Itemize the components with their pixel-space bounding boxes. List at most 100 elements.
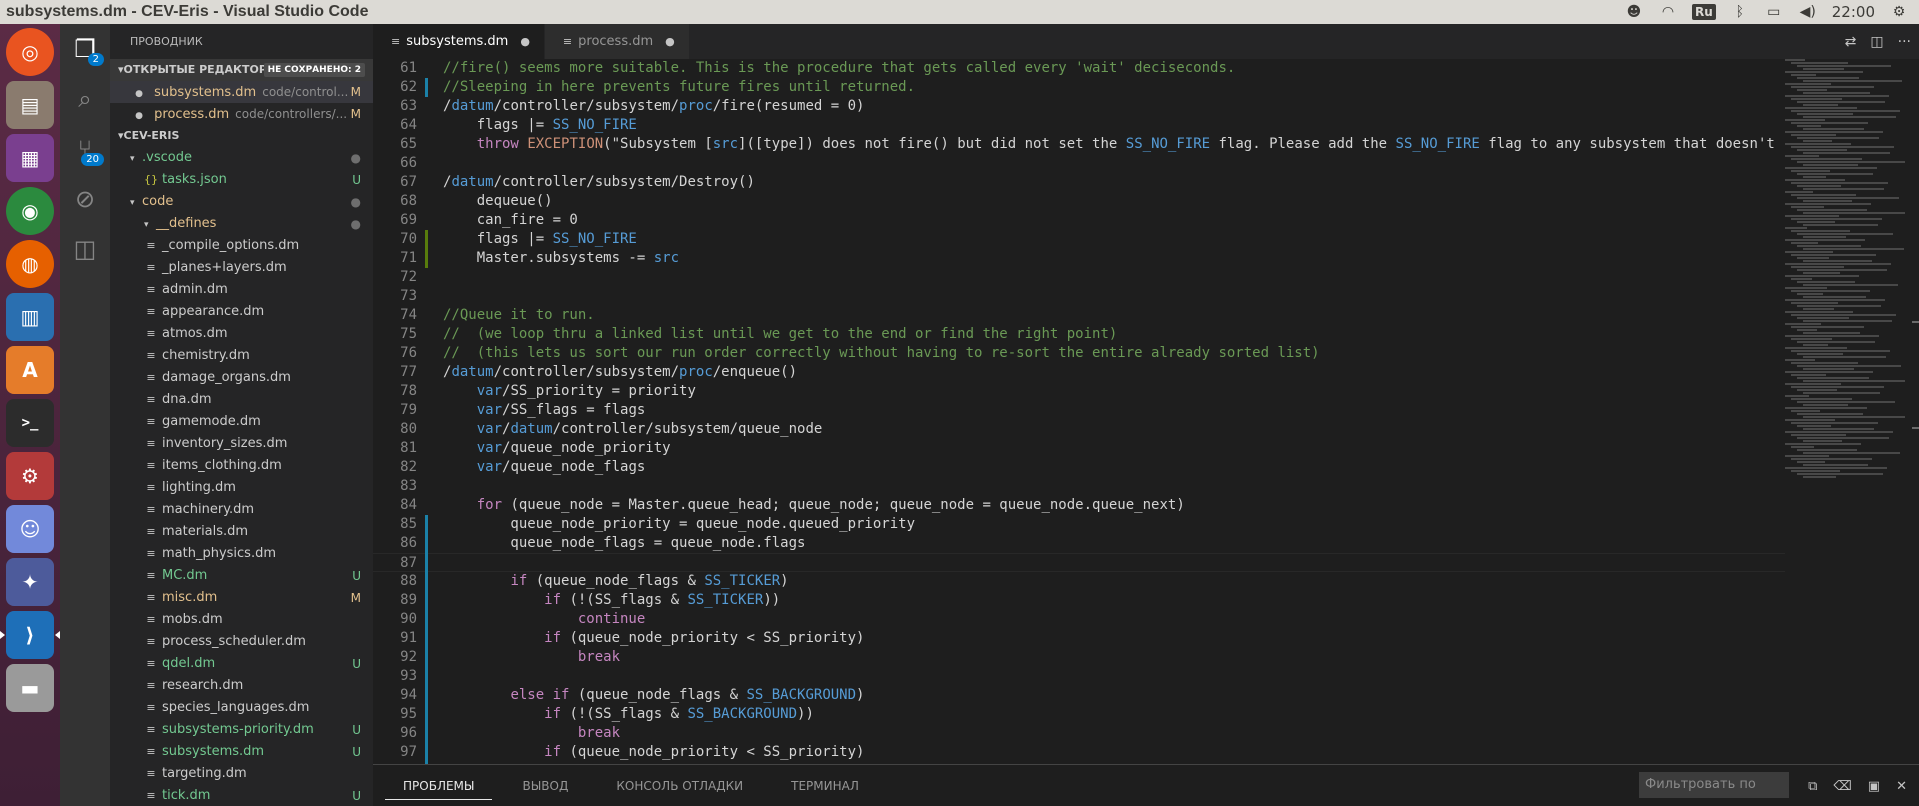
line-number: 80 xyxy=(400,421,417,437)
file-item[interactable]: ≡ inventory_sizes.dm xyxy=(110,433,373,455)
keyboard-layout-indicator[interactable]: Ru xyxy=(1691,4,1716,20)
minimap-line xyxy=(1803,236,1846,238)
inkscape-icon[interactable]: ✦ xyxy=(6,558,54,606)
tab-subsystems[interactable]: ≡ subsystems.dm ● xyxy=(373,24,545,59)
file-item[interactable]: ≡ subsystems.dm U xyxy=(110,741,373,763)
tab-problems[interactable]: ПРОБЛЕМЫ xyxy=(385,772,493,800)
discord-icon[interactable]: ☺ xyxy=(6,505,54,553)
drive-icon[interactable]: ▬ xyxy=(6,664,54,712)
file-item[interactable]: ≡ qdel.dm U xyxy=(110,653,373,675)
settings-icon[interactable]: ⚙ xyxy=(6,452,54,500)
dirty-dot-icon[interactable]: ● xyxy=(520,35,530,48)
collapse-all-icon[interactable]: ⧉ xyxy=(1808,779,1817,794)
file-item[interactable]: ≡ process_scheduler.dm xyxy=(110,631,373,653)
minimap-line xyxy=(1791,230,1850,232)
line-text: // (we loop thru a linked list until we … xyxy=(443,326,1118,342)
file-tasks-json[interactable]: {} tasks.json U xyxy=(110,169,373,191)
extensions-icon[interactable]: ◫ xyxy=(60,224,110,274)
open-editor-item-process[interactable]: ● process.dm code/controllers/... M xyxy=(110,103,373,125)
folder-code[interactable]: ▾ code ● xyxy=(110,191,373,213)
file-item[interactable]: ≡ tick.dm U xyxy=(110,785,373,806)
vscode-icon[interactable]: ⟩ xyxy=(0,611,60,659)
code-line: 86 queue_node_flags = queue_node.flags xyxy=(373,534,1785,553)
file-item[interactable]: ≡ MC.dm U xyxy=(110,565,373,587)
clear-icon[interactable]: ⌫ xyxy=(1833,779,1851,794)
gutter-modified-marker[interactable] xyxy=(425,515,428,764)
debug-icon[interactable]: ⊘ xyxy=(60,174,110,224)
maximize-panel-icon[interactable]: ▣ xyxy=(1868,779,1880,794)
file-item[interactable]: ≡ misc.dm M xyxy=(110,587,373,609)
volume-icon[interactable]: ◀) xyxy=(1798,4,1818,20)
file-item[interactable]: ≡ atmos.dm xyxy=(110,323,373,345)
line-text: continue xyxy=(577,611,646,627)
file-item[interactable]: ≡ chemistry.dm xyxy=(110,345,373,367)
file-item[interactable]: ≡ lighting.dm xyxy=(110,477,373,499)
folder-defines[interactable]: ▾ __defines ● xyxy=(110,213,373,235)
file-item[interactable]: ≡ _planes+layers.dm xyxy=(110,257,373,279)
file-item[interactable]: ≡ items_clothing.dm xyxy=(110,455,373,477)
file-item[interactable]: ≡ targeting.dm xyxy=(110,763,373,785)
file-item[interactable]: ≡ subsystems-priority.dm U xyxy=(110,719,373,741)
open-changes-icon[interactable]: ⇄ xyxy=(1845,34,1857,50)
open-editor-item-subsystems[interactable]: ● subsystems.dm code/control... M xyxy=(110,81,373,103)
minimap-line xyxy=(1785,311,1853,313)
file-item[interactable]: ≡ _compile_options.dm xyxy=(110,235,373,257)
gutter-added-marker[interactable] xyxy=(425,230,428,268)
bluetooth-icon[interactable]: ᛒ xyxy=(1730,4,1750,20)
firefox-icon[interactable]: ◍ xyxy=(6,240,54,288)
tab-debug-console[interactable]: КОНСОЛЬ ОТЛАДКИ xyxy=(598,772,761,800)
open-editors-header[interactable]: ▾ОТКРЫТЫЕ РЕДАКТОРЫ НЕ СОХРАНЕНО: 2 xyxy=(110,59,373,81)
file-item[interactable]: ≡ materials.dm xyxy=(110,521,373,543)
file-item[interactable]: ≡ admin.dm xyxy=(110,279,373,301)
split-editor-icon[interactable]: ◫ xyxy=(1870,34,1883,50)
file-item[interactable]: ≡ research.dm xyxy=(110,675,373,697)
minimap[interactable] xyxy=(1785,59,1905,764)
explorer-icon[interactable]: ❐ 2 xyxy=(60,24,110,74)
tab-process[interactable]: ≡ process.dm ● xyxy=(544,24,690,59)
writer-icon[interactable]: ▥ xyxy=(6,293,54,341)
file-item[interactable]: ≡ dna.dm xyxy=(110,389,373,411)
power-gear-icon[interactable]: ⚙ xyxy=(1889,4,1909,20)
project-header[interactable]: ▾CEV-ERIS xyxy=(110,125,373,147)
minimap-line xyxy=(1791,194,1856,196)
files-icon[interactable]: ▤ xyxy=(6,81,54,129)
file-item[interactable]: ≡ machinery.dm xyxy=(110,499,373,521)
code-line: 92 break xyxy=(373,648,1785,667)
terminal-icon[interactable]: >_ xyxy=(6,399,54,447)
folder-vscode[interactable]: ▾ .vscode ● xyxy=(110,147,373,169)
file-item[interactable]: ≡ appearance.dm xyxy=(110,301,373,323)
discord-tray-icon[interactable]: ☻ xyxy=(1624,4,1644,20)
software-center-icon[interactable]: A xyxy=(6,346,54,394)
line-text: /datum/controller/subsystem/proc/enqueue… xyxy=(443,364,798,380)
dirty-dot-icon[interactable]: ● xyxy=(665,35,675,48)
minimap-line xyxy=(1791,458,1872,460)
wifi-icon[interactable]: ◠ xyxy=(1658,4,1678,20)
file-item[interactable]: ≡ gamemode.dm xyxy=(110,411,373,433)
chrome-icon[interactable]: ◉ xyxy=(6,187,54,235)
close-panel-icon[interactable]: ✕ xyxy=(1896,779,1907,794)
file-item[interactable]: ≡ math_physics.dm xyxy=(110,543,373,565)
minimap-line xyxy=(1797,389,1837,391)
minimap-line xyxy=(1803,368,1854,370)
clock[interactable]: 22:00 xyxy=(1832,3,1875,21)
workspaces-icon[interactable]: ▦ xyxy=(6,134,54,182)
file-item[interactable]: ≡ species_languages.dm xyxy=(110,697,373,719)
ubuntu-logo-icon[interactable]: ◎ xyxy=(6,28,54,76)
minimap-line xyxy=(1785,455,1829,457)
unsaved-count-badge: НЕ СОХРАНЕНО: 2 xyxy=(263,63,365,77)
more-actions-icon[interactable]: ··· xyxy=(1898,34,1911,50)
editor-scrollbar[interactable] xyxy=(1905,59,1919,764)
file-item[interactable]: ≡ mobs.dm xyxy=(110,609,373,631)
minimap-line xyxy=(1797,377,1869,379)
code-editor[interactable]: 61 //fire() seems more suitable. This is … xyxy=(373,59,1785,764)
battery-icon[interactable]: ▭ xyxy=(1764,4,1784,20)
file-item[interactable]: ≡ damage_organs.dm xyxy=(110,367,373,389)
problems-filter-input[interactable]: Фильтровать по типу... xyxy=(1639,772,1789,806)
tab-output[interactable]: ВЫВОД xyxy=(504,772,586,800)
code-line: 76 // (this lets us sort our run order co… xyxy=(373,344,1785,363)
search-icon[interactable]: ⌕ xyxy=(60,74,110,124)
gutter-modified-marker[interactable] xyxy=(425,78,428,97)
tab-terminal[interactable]: ТЕРМИНАЛ xyxy=(773,772,877,800)
source-control-icon[interactable]: ⑂ 20 xyxy=(60,124,110,174)
minimap-line xyxy=(1797,113,1853,115)
